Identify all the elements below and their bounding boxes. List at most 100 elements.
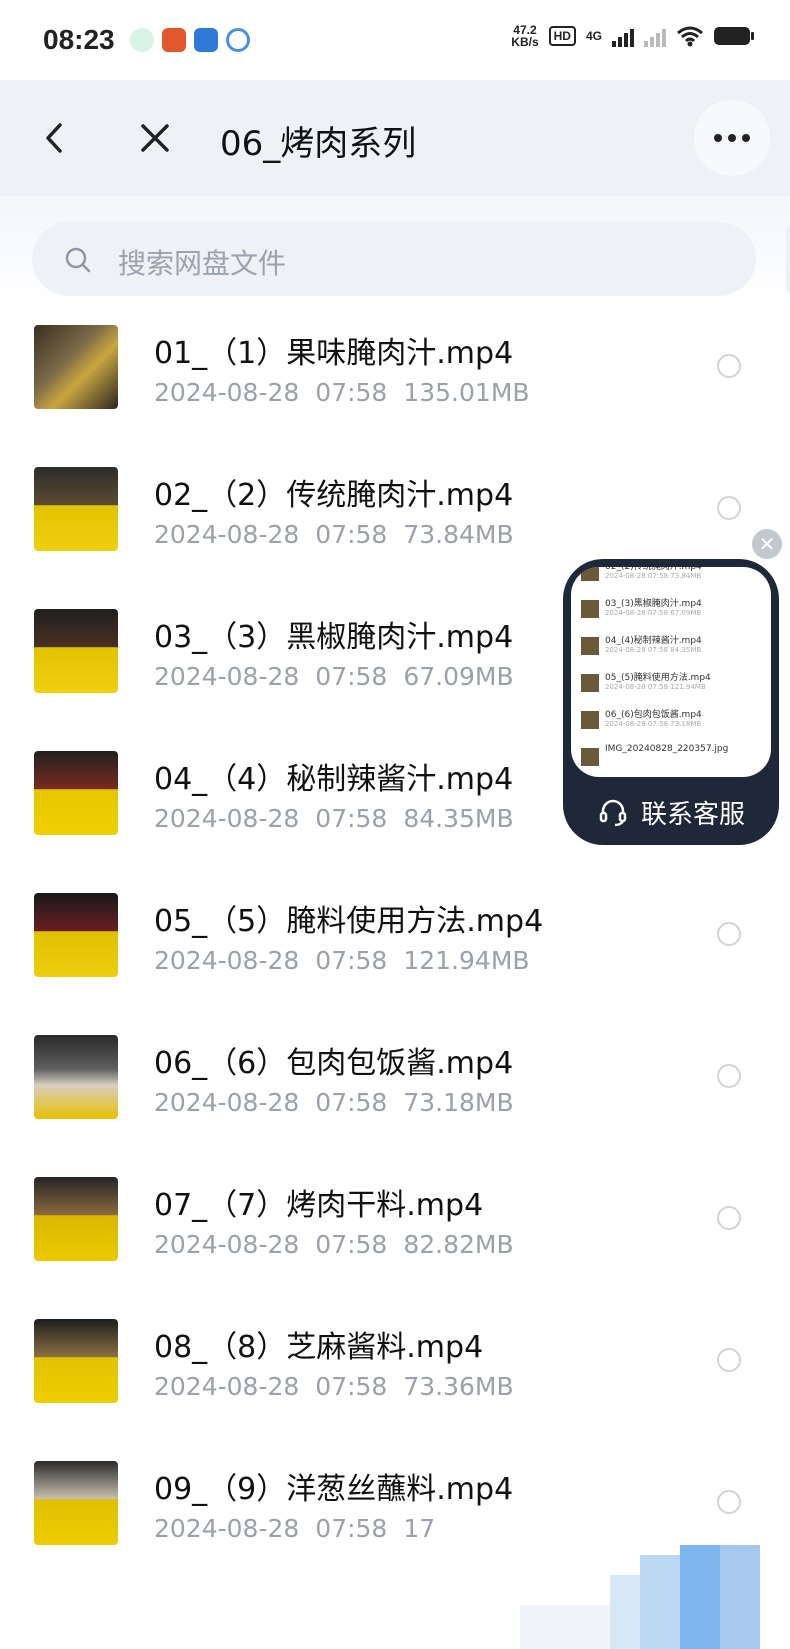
app-triangle-icon: [226, 28, 250, 52]
preview-meta: 2024-08-28 07:58 73.18MB: [605, 720, 702, 728]
float-close-button[interactable]: ✕: [752, 529, 782, 559]
select-radio[interactable]: [717, 1064, 741, 1088]
more-dot: [728, 134, 736, 142]
file-name: 04_（4）秘制辣酱汁.mp4: [154, 762, 514, 797]
notification-icons: [130, 28, 250, 52]
app-k-icon: [130, 28, 154, 52]
preview-thumbnail: [581, 637, 599, 655]
hd-badge: HD: [548, 26, 576, 46]
preview-meta: 2024-08-28 07:58 121.94MB: [605, 683, 706, 691]
file-meta: 2024-08-28 07:58 84.35MB: [154, 804, 514, 833]
file-date: 2024-08-28: [154, 804, 300, 833]
file-time: 07:58: [315, 1372, 388, 1401]
select-radio[interactable]: [717, 1348, 741, 1372]
preview-row: IMG_20240828_220357.jpg: [581, 742, 761, 774]
file-name: 01_（1）果味腌肉汁.mp4: [154, 336, 514, 371]
preview-thumbnail: [581, 600, 599, 618]
select-radio[interactable]: [717, 1490, 741, 1514]
preview-thumbnail: [581, 674, 599, 692]
file-size: 121.94MB: [403, 946, 530, 975]
wifi-icon: [677, 26, 703, 47]
more-dot: [714, 134, 722, 142]
file-meta: 2024-08-28 07:58 82.82MB: [154, 1230, 514, 1259]
select-radio[interactable]: [717, 922, 741, 946]
net-speed-unit: KB/s: [511, 35, 539, 49]
app-video-icon: [194, 28, 218, 52]
file-name: 02_（2）传统腌肉汁.mp4: [154, 478, 514, 513]
video-thumbnail: [34, 1177, 118, 1261]
search-input[interactable]: 搜索网盘文件: [32, 222, 756, 296]
file-size: 73.84MB: [403, 520, 514, 549]
file-size: 82.82MB: [403, 1230, 514, 1259]
side-button-edge: [786, 222, 790, 296]
video-thumbnail: [34, 609, 118, 693]
file-size: 67.09MB: [403, 662, 514, 691]
file-name: 08_（8）芝麻酱料.mp4: [154, 1330, 484, 1365]
pixelated-overlay: [420, 1545, 790, 1649]
search-placeholder: 搜索网盘文件: [118, 247, 287, 280]
signal-2-icon: [644, 25, 666, 47]
preview-meta: 2024-08-28 07:58 84.35MB: [605, 646, 702, 654]
customer-service-widget[interactable]: 02_(2)传统腌肉汁.mp4 2024-08-28 07:58 73.84MB 0…: [563, 559, 779, 845]
file-time: 07:58: [315, 1230, 388, 1259]
preview-name: IMG_20240828_220357.jpg: [605, 744, 729, 754]
preview-row: 03_(3)黑椒腌肉汁.mp4 2024-08-28 07:58 67.09MB: [581, 594, 761, 626]
file-row[interactable]: 07_（7）烤肉干料.mp4 2024-08-28 07:58 82.82MB: [0, 1152, 790, 1302]
file-row[interactable]: 01_（1）果味腌肉汁.mp4 2024-08-28 07:58 135.01MB: [0, 300, 790, 450]
more-button[interactable]: [694, 100, 770, 176]
file-date: 2024-08-28: [154, 378, 300, 407]
contact-service-button[interactable]: 联系客服: [563, 784, 779, 840]
file-name: 06_（6）包肉包饭酱.mp4: [154, 1046, 514, 1081]
preview-name: 03_(3)黑椒腌肉汁.mp4: [605, 599, 702, 609]
preview-row: 06_(6)包肉包饭酱.mp4 2024-08-28 07:58 73.18MB: [581, 705, 761, 737]
video-thumbnail: [34, 325, 118, 409]
select-radio[interactable]: [717, 496, 741, 520]
status-bar: 08:23 47.2 KB/s HD 4G: [0, 0, 790, 80]
file-row[interactable]: 08_（8）芝麻酱料.mp4 2024-08-28 07:58 73.36MB: [0, 1294, 790, 1444]
preview-meta: 2024-08-28 07:58 67.09MB: [605, 609, 702, 617]
file-time: 07:58: [315, 378, 388, 407]
close-icon: ✕: [758, 532, 776, 556]
close-button[interactable]: [130, 113, 180, 163]
file-name: 07_（7）烤肉干料.mp4: [154, 1188, 484, 1223]
preview-meta: 2024-08-28 07:58 73.84MB: [605, 572, 702, 580]
select-radio[interactable]: [717, 354, 741, 378]
select-radio[interactable]: [717, 1206, 741, 1230]
video-thumbnail: [34, 751, 118, 835]
title-bar: 06_烤肉系列: [0, 80, 790, 196]
video-thumbnail: [34, 1035, 118, 1119]
preview-row: 04_(4)秘制辣酱汁.mp4 2024-08-28 07:58 84.35MB: [581, 631, 761, 663]
file-date: 2024-08-28: [154, 1230, 300, 1259]
signal-icon: [612, 25, 634, 47]
video-thumbnail: [34, 467, 118, 551]
file-name: 09_（9）洋葱丝蘸料.mp4: [154, 1472, 514, 1507]
preview-thumbnail: [581, 567, 599, 581]
file-row[interactable]: 06_（6）包肉包饭酱.mp4 2024-08-28 07:58 73.18MB: [0, 1010, 790, 1160]
status-time: 08:23: [43, 24, 115, 55]
file-date: 2024-08-28: [154, 1514, 300, 1543]
file-size: 73.18MB: [403, 1088, 514, 1117]
file-name: 05_（5）腌料使用方法.mp4: [154, 904, 544, 939]
preview-name: 05_(5)腌料使用方法.mp4: [605, 673, 711, 683]
widget-preview: 02_(2)传统腌肉汁.mp4 2024-08-28 07:58 73.84MB 0…: [571, 567, 771, 777]
back-button[interactable]: [30, 113, 80, 163]
video-thumbnail: [34, 1461, 118, 1545]
network-type: 4G: [585, 29, 602, 43]
file-date: 2024-08-28: [154, 1088, 300, 1117]
file-meta: 2024-08-28 07:58 73.36MB: [154, 1372, 514, 1401]
net-speed: 47.2 KB/s: [511, 24, 538, 48]
file-time: 07:58: [315, 804, 388, 833]
file-meta: 2024-08-28 07:58 135.01MB: [154, 378, 530, 407]
battery-icon: [714, 27, 754, 45]
file-time: 07:58: [315, 946, 388, 975]
file-row[interactable]: 05_（5）腌料使用方法.mp4 2024-08-28 07:58 121.94MB: [0, 868, 790, 1018]
close-icon: [141, 124, 169, 152]
preview-thumbnail: [581, 711, 599, 729]
more-dot: [742, 134, 750, 142]
file-meta: 2024-08-28 07:58 73.84MB: [154, 520, 514, 549]
contact-service-label: 联系客服: [640, 799, 745, 830]
video-thumbnail: [34, 1319, 118, 1403]
preview-row: 02_(2)传统腌肉汁.mp4 2024-08-28 07:58 73.84MB: [581, 567, 761, 589]
preview-name: 06_(6)包肉包饭酱.mp4: [605, 710, 702, 720]
video-thumbnail: [34, 893, 118, 977]
